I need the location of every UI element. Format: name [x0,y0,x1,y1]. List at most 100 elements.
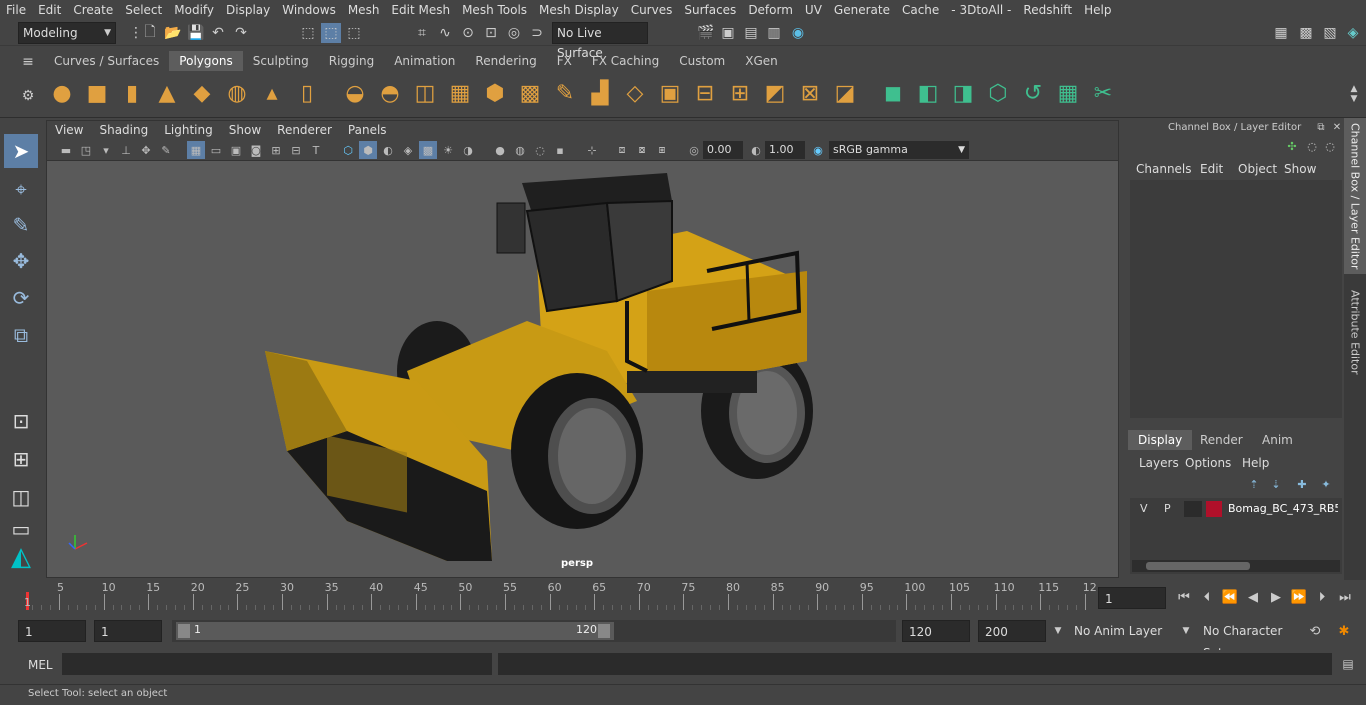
uv-cylindrical-icon[interactable]: ◨ [948,78,978,108]
menu-edit[interactable]: Edit [32,0,67,20]
default-material-icon[interactable]: ◐ [379,141,397,159]
use-all-lights-icon[interactable]: ☀ [439,141,457,159]
modeling-toolkit-icon[interactable]: ▩ [1296,23,1316,43]
snap-curve-icon[interactable]: ∿ [435,23,455,43]
step-back-frame-icon[interactable]: ⏪ [1220,587,1240,607]
scene-start-field[interactable]: 1 [18,620,86,642]
tab-render[interactable]: Render [1190,430,1253,450]
poly-pyramid-icon[interactable]: ▴ [257,78,287,108]
side-tab-channel-box[interactable]: Channel Box / Layer Editor [1344,118,1366,274]
tab-animation[interactable]: Animation [384,51,465,71]
tab-xgen[interactable]: XGen [735,51,788,71]
menu-edit-mesh[interactable]: Edit Mesh [385,0,456,20]
menu-mesh-tools[interactable]: Mesh Tools [456,0,533,20]
layer-scrollbar-thumb[interactable] [1146,562,1250,570]
command-language-toggle[interactable]: MEL [28,658,53,672]
new-scene-icon[interactable]: 🗋 [140,23,160,43]
layout-two-icon[interactable]: ◫ [4,480,38,514]
move-layer-up-icon[interactable]: ⇡ [1244,474,1264,494]
show-menu[interactable]: Show [1284,162,1316,176]
render-settings-icon[interactable]: 🎬 [696,23,716,43]
menu-curves[interactable]: Curves [625,0,679,20]
motion-blur-icon[interactable]: ◍ [511,141,529,159]
gate-mask-icon[interactable]: ◙ [247,141,265,159]
save-scene-icon[interactable]: 💾 [186,23,206,43]
menu-windows[interactable]: Windows [276,0,342,20]
menu-mesh-display[interactable]: Mesh Display [533,0,625,20]
tab-curves-surfaces[interactable]: Curves / Surfaces [44,51,169,71]
current-frame-field[interactable]: 1 [1098,587,1166,609]
select-object-icon[interactable]: ⬚ [321,23,341,43]
layer-row[interactable]: V P Bomag_BC_473_RB5_Rε [1134,500,1338,520]
poly-pipe-icon[interactable]: ▯ [292,78,322,108]
snap-grid-icon[interactable]: ⌗ [412,23,432,43]
viewport-menu-panels[interactable]: Panels [340,123,395,137]
menu-mesh[interactable]: Mesh [342,0,386,20]
shelf-menu-icon[interactable]: ≡ [18,52,38,72]
combine-icon[interactable]: ◒ [340,78,370,108]
layer-color-swatch[interactable] [1206,501,1222,517]
new-layer-icon[interactable]: ✚ [1292,474,1312,494]
uv-planar-icon[interactable]: ◧ [913,78,943,108]
tab-anim[interactable]: Anim [1252,430,1303,450]
step-forward-frame-icon[interactable]: ⏩ [1289,587,1309,607]
wireframe-on-shaded-icon[interactable]: ◈ [399,141,417,159]
tab-custom[interactable]: Custom [669,51,735,71]
tab-display[interactable]: Display [1128,430,1193,450]
viewport-menu-lighting[interactable]: Lighting [156,123,221,137]
uv-cut-icon[interactable]: ✂ [1088,78,1118,108]
menu-display[interactable]: Display [220,0,276,20]
poly-torus-icon[interactable]: ◍ [222,78,252,108]
speed-icon[interactable]: ◌ [1304,138,1320,154]
color-management-icon[interactable]: ◉ [809,141,827,159]
tab-fx[interactable]: FX [547,51,582,71]
play-backwards-icon[interactable]: ◀ [1243,587,1263,607]
play-forwards-icon[interactable]: ▶ [1266,587,1286,607]
tab-fx-caching[interactable]: FX Caching [582,51,669,71]
layer-scrollbar[interactable] [1132,560,1340,572]
ipr-render-icon[interactable]: ▤ [741,23,761,43]
camera-select-icon[interactable]: ▬ [57,141,75,159]
isolate-select-icon[interactable]: ⊹ [583,141,601,159]
move-layer-down-icon[interactable]: ⇣ [1266,474,1286,494]
uv-layout-icon[interactable]: ▦ [1053,78,1083,108]
image-plane-icon[interactable]: ⊥ [117,141,135,159]
snap-surface-icon[interactable]: ◎ [504,23,524,43]
auto-key-icon[interactable]: ⟲ [1305,621,1325,641]
smooth-shade-icon[interactable]: ⬢ [359,141,377,159]
anti-aliasing-icon[interactable]: ◌ [531,141,549,159]
select-tool-icon[interactable]: ➤ [4,134,38,168]
menu-uv[interactable]: UV [799,0,828,20]
tab-sculpting[interactable]: Sculpting [243,51,319,71]
animation-prefs-icon[interactable]: ✱ [1334,621,1354,641]
grease-pencil-icon[interactable]: ✎ [157,141,175,159]
scene-end-field[interactable]: 200 [978,620,1046,642]
render-frame-icon[interactable]: ▣ [718,23,738,43]
mode-selector[interactable]: Modeling ▼ [18,22,116,44]
step-forward-key-icon[interactable]: ⏵ [1312,587,1332,607]
chevron-down-icon[interactable]: ▼ [1176,621,1196,641]
range-slider-bar[interactable]: 1 120 [176,622,614,640]
command-input[interactable] [62,653,492,675]
layer-playback-toggle[interactable]: P [1164,502,1171,515]
step-back-key-icon[interactable]: ⏴ [1197,587,1217,607]
exposure-field[interactable]: 0.00 [703,141,743,159]
menu-redshift[interactable]: Redshift [1017,0,1078,20]
poly-cone-icon[interactable]: ▲ [152,78,182,108]
chevron-down-icon[interactable]: ▼ [1048,621,1068,641]
ambient-occlusion-icon[interactable]: ● [491,141,509,159]
time-slider[interactable]: 1 5 10 15 20 25 30 35 40 45 50 55 60 65 70 75 80 85 90 95 1… [20,580,1097,612]
script-editor-icon[interactable]: ▤ [1338,654,1358,674]
tab-rendering[interactable]: Rendering [465,51,546,71]
two-d-pan-icon[interactable]: ✥ [137,141,155,159]
workspace-icon[interactable]: ▦ [1271,23,1291,43]
channel-box-toggle-icon[interactable]: ◈ [1343,23,1363,43]
layer-name[interactable]: Bomag_BC_473_RB5_Rε [1228,502,1338,515]
xray-joints-icon[interactable]: ⧇ [633,141,651,159]
uv-automatic-icon[interactable]: ⬡ [983,78,1013,108]
layers-menu[interactable]: Layers [1139,456,1179,470]
manipulator-icon[interactable]: ✣ [1284,138,1300,154]
channels-menu[interactable]: Channels [1136,162,1192,176]
paint-select-tool-icon[interactable]: ✎ [4,208,38,242]
bevel-edge-icon[interactable]: ◩ [760,78,790,108]
